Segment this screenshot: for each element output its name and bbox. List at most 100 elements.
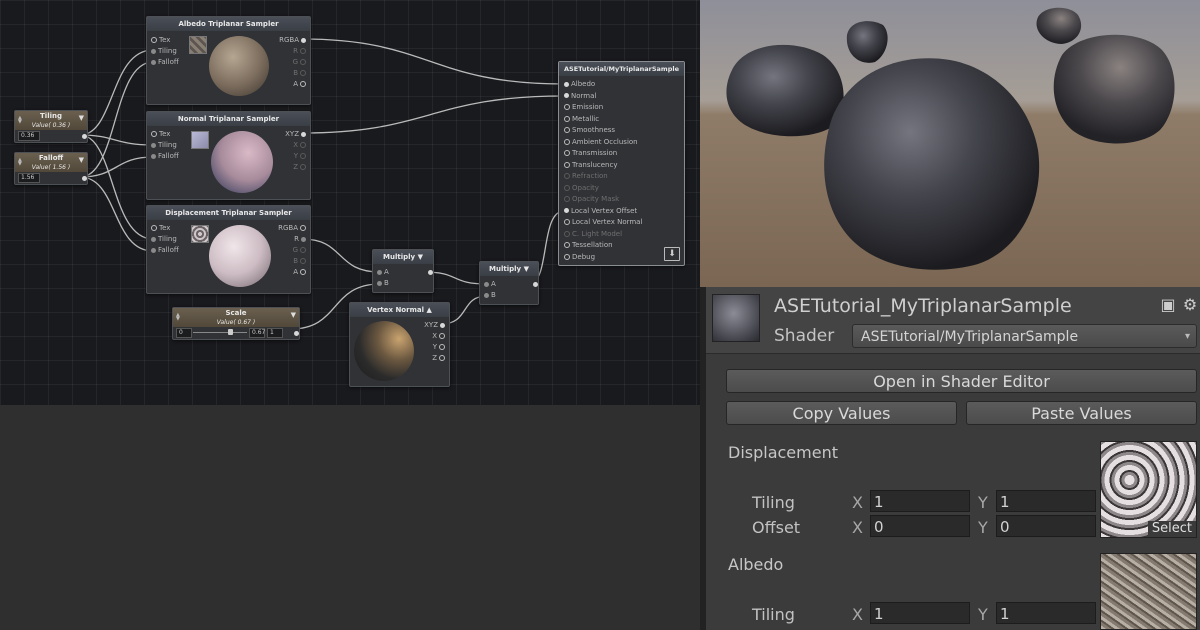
- drag-handle-icon[interactable]: ▲ ▼: [176, 313, 180, 322]
- value-output[interactable]: [80, 132, 89, 141]
- output-input-smoothness[interactable]: Smoothness: [562, 126, 615, 135]
- chevron-up-icon[interactable]: ▲: [426, 306, 431, 314]
- texture-thumbnail[interactable]: [191, 225, 209, 243]
- vertex-normal-node[interactable]: Vertex Normal ▲ XYZ X Y Z: [349, 302, 450, 387]
- paste-values-button[interactable]: Paste Values: [966, 401, 1197, 425]
- tiling-input[interactable]: Tiling: [149, 47, 177, 56]
- gear-icon[interactable]: ⚙: [1180, 295, 1200, 315]
- tex-input[interactable]: Tex: [149, 224, 170, 233]
- tex-input[interactable]: Tex: [149, 130, 170, 139]
- multiply-output[interactable]: [531, 280, 540, 289]
- multiply-node-1[interactable]: Multiply ▼ A B: [372, 249, 434, 293]
- y-output[interactable]: Y: [433, 343, 447, 352]
- shader-dropdown[interactable]: ASETutorial/MyTriplanarSample ▾: [852, 324, 1197, 348]
- albedo-tiling-x-field[interactable]: 1: [870, 602, 970, 624]
- output-input-transmission[interactable]: Transmission: [562, 149, 617, 158]
- b-output[interactable]: B: [293, 257, 308, 266]
- displacement-tiling-y-field[interactable]: 1: [996, 490, 1096, 512]
- output-input-opacity-mask[interactable]: Opacity Mask: [562, 195, 619, 204]
- falloff-input[interactable]: Falloff: [149, 58, 179, 67]
- g-output[interactable]: G: [293, 246, 308, 255]
- rgba-output[interactable]: RGBA: [279, 36, 308, 45]
- tiling-value-field[interactable]: 0.36: [18, 131, 40, 141]
- displacement-tiling-x-field[interactable]: 1: [870, 490, 970, 512]
- xyz-output[interactable]: XYZ: [285, 130, 308, 139]
- help-book-icon[interactable]: ▣: [1158, 295, 1178, 315]
- save-download-icon[interactable]: ⬇: [664, 247, 680, 261]
- a-output[interactable]: A: [293, 268, 308, 277]
- b-input[interactable]: B: [482, 291, 496, 300]
- output-input-normal[interactable]: Normal: [562, 92, 596, 101]
- output-input-local-vertex-normal[interactable]: Local Vertex Normal: [562, 218, 642, 227]
- output-input-refraction[interactable]: Refraction: [562, 172, 608, 181]
- drag-handle-icon[interactable]: ▲ ▼: [18, 116, 22, 125]
- z-output[interactable]: Z: [293, 163, 308, 172]
- b-input[interactable]: B: [375, 279, 389, 288]
- falloff-value-field[interactable]: 1.56: [18, 173, 40, 183]
- chevron-down-icon[interactable]: ▼: [79, 156, 84, 164]
- tiling-input[interactable]: Tiling: [149, 235, 177, 244]
- scene-viewport[interactable]: [700, 0, 1200, 287]
- scale-slider-node[interactable]: Scale Value( 0.67 ) ▲ ▼ ▼ 0 0.67 1: [172, 307, 300, 340]
- r-output[interactable]: R: [293, 47, 308, 56]
- albedo-triplanar-node[interactable]: Albedo Triplanar Sampler Tex Tiling Fall…: [146, 16, 311, 105]
- displacement-offset-x-field[interactable]: 0: [870, 515, 970, 537]
- scale-slider-track[interactable]: [193, 332, 247, 333]
- output-input-translucency[interactable]: Translucency: [562, 161, 617, 170]
- scale-max-field[interactable]: 1: [267, 328, 283, 338]
- shader-graph-canvas[interactable]: Albedo Triplanar Sampler Tex Tiling Fall…: [0, 0, 700, 405]
- output-input-ambient-occlusion[interactable]: Ambient Occlusion: [562, 138, 638, 147]
- output-input-emission[interactable]: Emission: [562, 103, 603, 112]
- chevron-down-icon[interactable]: ▼: [291, 311, 296, 319]
- scale-slider-thumb[interactable]: [228, 329, 233, 335]
- output-input-tessellation[interactable]: Tessellation: [562, 241, 613, 250]
- falloff-input[interactable]: Falloff: [149, 152, 179, 161]
- g-output[interactable]: G: [293, 58, 308, 67]
- normal-triplanar-node[interactable]: Normal Triplanar Sampler Tex Tiling Fall…: [146, 111, 311, 200]
- multiply-node-2[interactable]: Multiply ▼ A B: [479, 261, 539, 305]
- tiling-value-node[interactable]: Tiling Value( 0.36 ) ▲ ▼ ▼ 0.36: [14, 110, 88, 143]
- output-master-node[interactable]: ASETutorial/MyTriplanarSample Albedo Norm…: [558, 61, 685, 266]
- scale-min-field[interactable]: 0: [176, 328, 192, 338]
- a-input[interactable]: A: [375, 268, 389, 277]
- scale-current-field[interactable]: 0.67: [249, 328, 265, 338]
- displacement-offset-y-field[interactable]: 0: [996, 515, 1096, 537]
- a-input[interactable]: A: [482, 280, 496, 289]
- output-input-albedo[interactable]: Albedo: [562, 80, 595, 89]
- output-input-local-vertex-offset[interactable]: Local Vertex Offset: [562, 207, 637, 216]
- output-input-opacity[interactable]: Opacity: [562, 184, 599, 193]
- value-output[interactable]: [80, 174, 89, 183]
- rgba-output[interactable]: RGBA: [278, 224, 308, 233]
- a-output[interactable]: A: [293, 80, 308, 89]
- x-output[interactable]: X: [432, 332, 447, 341]
- r-output[interactable]: R: [294, 235, 308, 244]
- x-output[interactable]: X: [293, 141, 308, 150]
- node-title: ASETutorial/MyTriplanarSample: [559, 62, 684, 76]
- tex-input[interactable]: Tex: [149, 36, 170, 45]
- falloff-input[interactable]: Falloff: [149, 246, 179, 255]
- copy-values-button[interactable]: Copy Values: [726, 401, 957, 425]
- output-input-c-light-model[interactable]: C. Light Model: [562, 230, 622, 239]
- texture-thumbnail[interactable]: [191, 131, 209, 149]
- chevron-down-icon[interactable]: ▼: [79, 114, 84, 122]
- output-input-metallic[interactable]: Metallic: [562, 115, 599, 124]
- chevron-down-icon[interactable]: ▼: [524, 265, 529, 273]
- select-texture-button[interactable]: Select: [1147, 521, 1196, 537]
- y-output[interactable]: Y: [294, 152, 308, 161]
- b-output[interactable]: B: [293, 69, 308, 78]
- displacement-triplanar-node[interactable]: Displacement Triplanar Sampler Tex Tilin…: [146, 205, 311, 294]
- displacement-texture-slot[interactable]: Select: [1100, 441, 1197, 538]
- albedo-tiling-y-field[interactable]: 1: [996, 602, 1096, 624]
- value-output[interactable]: [292, 329, 301, 338]
- output-input-debug[interactable]: Debug: [562, 253, 595, 262]
- texture-thumbnail[interactable]: [189, 36, 207, 54]
- chevron-down-icon[interactable]: ▼: [418, 253, 423, 261]
- tiling-input[interactable]: Tiling: [149, 141, 177, 150]
- drag-handle-icon[interactable]: ▲ ▼: [18, 158, 22, 167]
- xyz-output[interactable]: XYZ: [424, 321, 447, 330]
- multiply-output[interactable]: [426, 268, 435, 277]
- open-in-shader-editor-button[interactable]: Open in Shader Editor: [726, 369, 1197, 393]
- falloff-value-node[interactable]: Falloff Value( 1.56 ) ▲ ▼ ▼ 1.56: [14, 152, 88, 185]
- z-output[interactable]: Z: [432, 354, 447, 363]
- albedo-texture-slot[interactable]: [1100, 553, 1197, 630]
